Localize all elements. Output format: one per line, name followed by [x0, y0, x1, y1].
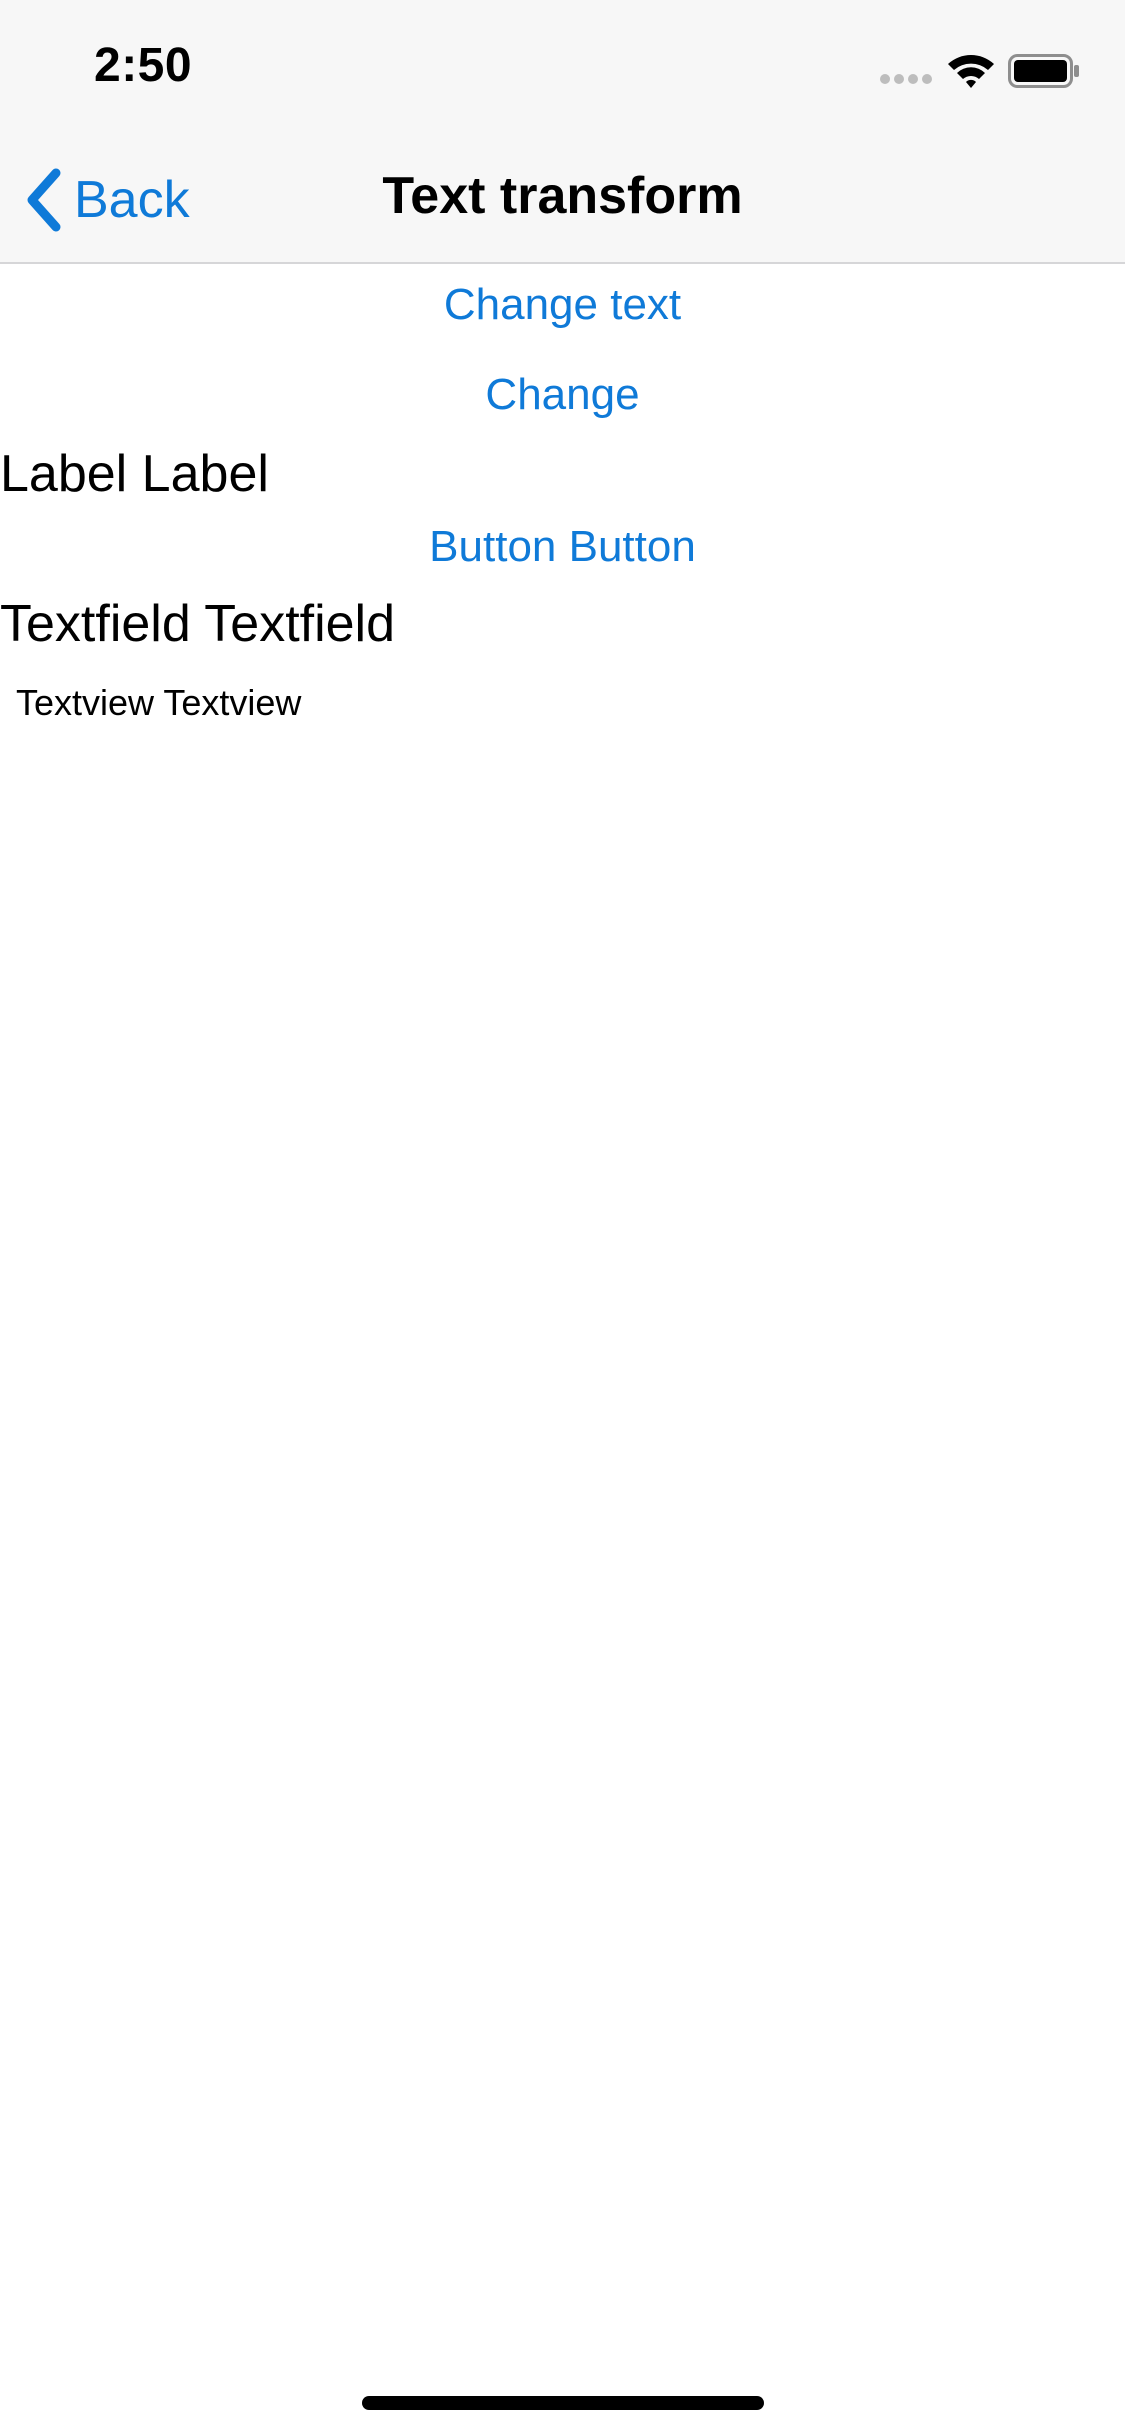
page-title: Text transform [382, 167, 743, 225]
textfield-input[interactable]: Textfield Textfield [0, 594, 395, 654]
screen: 2:50 Back Text transform Change text Cha… [0, 0, 1125, 2436]
change-button[interactable]: Change [0, 370, 1125, 420]
textview-area[interactable]: Textview Textview [16, 682, 301, 724]
status-time: 2:50 [94, 39, 193, 92]
battery-icon [1008, 54, 1080, 88]
home-indicator[interactable] [362, 2396, 764, 2410]
label-text: Label Label [0, 445, 269, 503]
signal-icon [880, 74, 934, 86]
change-text-button[interactable]: Change text [0, 280, 1125, 330]
wifi-icon [946, 50, 996, 90]
navigation-header: 2:50 Back Text transform [0, 0, 1125, 264]
button-button[interactable]: Button Button [0, 522, 1125, 572]
